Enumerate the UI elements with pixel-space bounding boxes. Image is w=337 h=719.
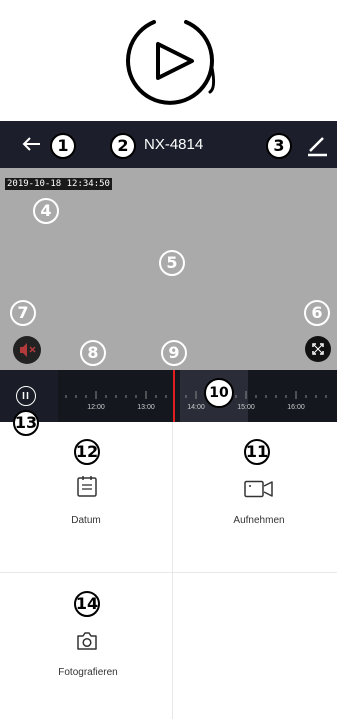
date-label: Datum bbox=[71, 515, 101, 526]
callout-badge-14: 14 bbox=[74, 591, 100, 617]
photo-label: Fotografieren bbox=[58, 667, 118, 678]
playhead[interactable] bbox=[173, 370, 175, 422]
callout-badge-3: 3 bbox=[266, 133, 292, 159]
tick-label: 16:00 bbox=[287, 404, 305, 411]
callout-badge-13: 13 bbox=[13, 410, 39, 436]
tick-label: 12:00 bbox=[87, 404, 105, 411]
callout-badge-6: 6 bbox=[304, 300, 330, 326]
callout-badge-4: 4 bbox=[33, 198, 59, 224]
timeline-ticks bbox=[65, 391, 327, 399]
speaker-muted-icon bbox=[20, 343, 36, 357]
edit-pencil-icon bbox=[308, 137, 327, 157]
play-circle-icon bbox=[114, 8, 226, 108]
callout-badge-12: 12 bbox=[74, 439, 100, 465]
back-button[interactable] bbox=[20, 131, 42, 157]
video-camera-icon bbox=[244, 480, 273, 498]
callout-badge-2: 2 bbox=[110, 133, 136, 159]
callout-badge-5: 5 bbox=[159, 250, 185, 276]
tick-label: 15:00 bbox=[237, 404, 255, 411]
tick-label: 14:00 bbox=[187, 404, 205, 411]
edit-button[interactable] bbox=[305, 133, 329, 157]
mute-button[interactable] bbox=[13, 336, 41, 364]
back-arrow-icon bbox=[22, 137, 40, 151]
fullscreen-icon bbox=[312, 343, 324, 355]
camera-icon bbox=[77, 632, 97, 650]
callout-badge-11: 11 bbox=[244, 439, 270, 465]
callout-badge-8: 8 bbox=[80, 340, 106, 366]
callout-badge-1: 1 bbox=[50, 133, 76, 159]
pause-button[interactable] bbox=[16, 386, 36, 406]
tick-label: 13:00 bbox=[137, 404, 155, 411]
camera-title: NX-4814 bbox=[144, 136, 204, 153]
callout-badge-7: 7 bbox=[10, 300, 36, 326]
pause-icon bbox=[22, 392, 29, 399]
record-label: Aufnehmen bbox=[233, 515, 285, 526]
video-timestamp: 2019-10-18 12:34:50 bbox=[5, 178, 112, 190]
calendar-icon bbox=[77, 476, 97, 497]
playback-timeline[interactable]: 12:00 13:00 14:00 15:00 16:00 bbox=[0, 370, 337, 422]
fullscreen-button[interactable] bbox=[305, 336, 331, 362]
callout-badge-10: 10 bbox=[204, 378, 234, 408]
callout-badge-9: 9 bbox=[161, 340, 187, 366]
